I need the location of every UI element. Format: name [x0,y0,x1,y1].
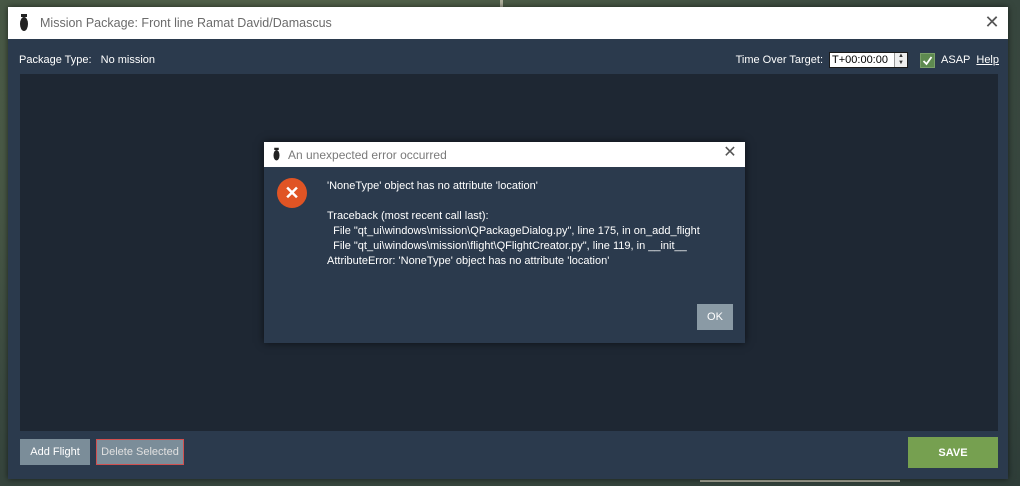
save-button[interactable]: SAVE [908,437,998,468]
spin-up-icon[interactable]: ▲ [895,53,907,60]
error-dialog-titlebar: An unexpected error occurred ✕ [264,142,745,167]
time-over-target-label: Time Over Target: [735,54,824,66]
error-dialog-title: An unexpected error occurred [288,147,447,162]
time-spinner[interactable]: ▲ ▼ [894,53,908,67]
package-header-row: Package Type: No mission Time Over Targe… [19,52,999,70]
ok-button[interactable]: OK [697,304,733,330]
help-link[interactable]: Help [976,54,999,66]
add-flight-button[interactable]: Add Flight [20,439,90,465]
asap-checkbox[interactable] [920,52,936,68]
time-over-target-value: T+00:00:00 [832,54,888,66]
delete-selected-button[interactable]: Delete Selected [96,439,184,465]
window-titlebar: Mission Package: Front line Ramat David/… [8,7,1008,39]
time-over-target-input[interactable]: T+00:00:00 ▲ ▼ [829,52,909,68]
map-background-road [700,480,900,482]
bomb-icon [20,14,28,31]
bomb-icon [273,147,280,161]
error-dialog-close-icon[interactable]: ✕ [723,145,737,161]
spin-down-icon[interactable]: ▼ [895,60,907,67]
window-title: Mission Package: Front line Ramat David/… [40,16,332,30]
package-type: Package Type: No mission [19,54,155,66]
time-over-target-group: Time Over Target: T+00:00:00 ▲ ▼ ASAP He… [736,52,999,68]
window-close-icon[interactable]: ✕ [984,13,1000,31]
package-type-value: No mission [100,54,156,66]
package-type-label: Package Type: [19,54,92,66]
checkmark-icon [922,55,933,65]
error-message: 'NoneType' object has no attribute 'loca… [327,180,700,267]
error-x-icon: ✕ [277,178,307,208]
asap-label: ASAP [941,54,971,66]
error-dialog: An unexpected error occurred ✕ ✕ 'NoneTy… [264,142,745,343]
